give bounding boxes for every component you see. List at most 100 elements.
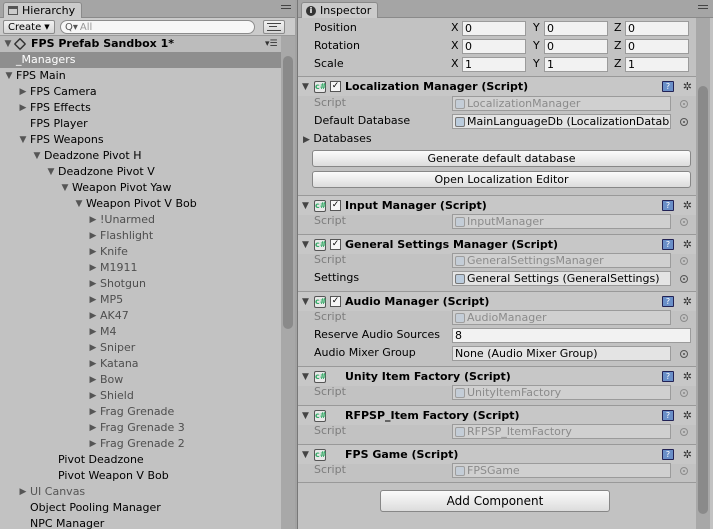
hierarchy-item[interactable]: ▼ Deadzone Pivot V (0, 164, 281, 180)
hierarchy-item[interactable]: FPS Player (0, 116, 281, 132)
panel-menu-icon[interactable] (281, 4, 291, 14)
enabled-checkbox[interactable]: ✓ (330, 81, 341, 92)
scale-y-input[interactable]: 1 (544, 57, 608, 72)
rotation-y-input[interactable]: 0 (544, 39, 608, 54)
hierarchy-item[interactable]: ▶ Frag Grenade 3 (0, 420, 281, 436)
foldout-arrow-icon[interactable]: ▼ (302, 408, 309, 424)
object-picker-icon[interactable] (680, 275, 688, 283)
hierarchy-item[interactable]: ▶ Shotgun (0, 276, 281, 292)
hierarchy-item[interactable]: ▶ MP5 (0, 292, 281, 308)
expanded-arrow-icon[interactable]: ▼ (60, 180, 70, 196)
hierarchy-item[interactable]: ▼ FPS Weapons (0, 132, 281, 148)
open-localization-editor-button[interactable]: Open Localization Editor (312, 171, 691, 188)
collapsed-arrow-icon[interactable]: ▶ (88, 420, 98, 436)
scale-x-input[interactable]: 1 (462, 57, 526, 72)
hierarchy-item[interactable]: _Managers (0, 52, 281, 68)
hierarchy-item[interactable]: ▼ Deadzone Pivot H (0, 148, 281, 164)
expanded-arrow-icon[interactable]: ▼ (32, 148, 42, 164)
foldout-arrow-icon[interactable]: ▼ (302, 447, 309, 463)
sort-button[interactable] (263, 20, 285, 34)
help-icon[interactable]: ? (662, 200, 674, 211)
expanded-arrow-icon[interactable]: ▼ (18, 132, 28, 148)
enabled-checkbox[interactable]: ✓ (330, 296, 341, 307)
search-icon[interactable]: Q▾ (65, 22, 78, 33)
object-picker-icon[interactable] (680, 118, 688, 126)
hierarchy-item[interactable]: Object Pooling Manager (0, 500, 281, 516)
collapsed-arrow-icon[interactable]: ▶ (88, 340, 98, 356)
hierarchy-scrollbar[interactable] (281, 36, 295, 529)
localization-manager-header[interactable]: ▼ c# ✓ Localization Manager (Script) ? ✲ (298, 76, 696, 96)
hierarchy-item[interactable]: Pivot Deadzone (0, 452, 281, 468)
gear-icon[interactable]: ✲ (683, 369, 692, 385)
gear-icon[interactable]: ✲ (683, 447, 692, 463)
help-icon[interactable]: ? (662, 371, 674, 382)
collapsed-arrow-icon[interactable]: ▶ (18, 84, 28, 100)
gear-icon[interactable]: ✲ (683, 408, 692, 424)
gear-icon[interactable]: ✲ (683, 79, 692, 95)
help-icon[interactable]: ? (662, 449, 674, 460)
foldout-arrow-icon[interactable]: ▼ (302, 198, 309, 214)
rfpsp-item-factory-header[interactable]: ▼ c# RFPSP_Item Factory (Script) ? ✲ (298, 405, 696, 425)
collapsed-arrow-icon[interactable]: ▶ (88, 292, 98, 308)
scene-menu-icon[interactable]: ▾☰ (265, 39, 278, 49)
hierarchy-item[interactable]: ▶ FPS Effects (0, 100, 281, 116)
hierarchy-item[interactable]: ▶ Shield (0, 388, 281, 404)
expanded-arrow-icon[interactable]: ▼ (46, 164, 56, 180)
collapsed-arrow-icon[interactable]: ▶ (88, 388, 98, 404)
default-database-field[interactable]: MainLanguageDb (LocalizationDatab (452, 114, 671, 129)
reserve-audio-sources-input[interactable]: 8 (452, 328, 691, 343)
enabled-checkbox[interactable]: ✓ (330, 200, 341, 211)
hierarchy-item[interactable]: ▶ M1911 (0, 260, 281, 276)
scene-foldout-arrow-icon[interactable]: ▼ (3, 36, 13, 52)
collapsed-arrow-icon[interactable]: ▶ (88, 228, 98, 244)
collapsed-arrow-icon[interactable]: ▶ (88, 356, 98, 372)
hierarchy-item[interactable]: ▶ M4 (0, 324, 281, 340)
foldout-arrow-icon[interactable]: ▶ (303, 135, 310, 145)
inspector-menu-icon[interactable] (698, 4, 708, 14)
help-icon[interactable]: ? (662, 81, 674, 92)
scene-row[interactable]: ▼ FPS Prefab Sandbox 1* ▾☰ (0, 36, 281, 52)
hierarchy-scroll-thumb[interactable] (283, 56, 293, 329)
collapsed-arrow-icon[interactable]: ▶ (18, 100, 28, 116)
hierarchy-item[interactable]: ▶ !Unarmed (0, 212, 281, 228)
hierarchy-item[interactable]: ▶ Frag Grenade 2 (0, 436, 281, 452)
foldout-arrow-icon[interactable]: ▼ (302, 79, 309, 95)
collapsed-arrow-icon[interactable]: ▶ (18, 484, 28, 500)
rotation-z-input[interactable]: 0 (625, 39, 689, 54)
hierarchy-item[interactable]: NPC Manager (0, 516, 281, 529)
hierarchy-item[interactable]: ▼ FPS Main (0, 68, 281, 84)
position-y-input[interactable]: 0 (544, 21, 608, 36)
hierarchy-item[interactable]: ▶ Frag Grenade (0, 404, 281, 420)
collapsed-arrow-icon[interactable]: ▶ (88, 372, 98, 388)
audio-mixer-group-field[interactable]: None (Audio Mixer Group) (452, 346, 671, 361)
collapsed-arrow-icon[interactable]: ▶ (88, 436, 98, 452)
foldout-arrow-icon[interactable]: ▼ (302, 369, 309, 385)
hierarchy-item[interactable]: ▶ UI Canvas (0, 484, 281, 500)
expanded-arrow-icon[interactable]: ▼ (4, 68, 14, 84)
enabled-checkbox[interactable]: ✓ (330, 239, 341, 250)
hierarchy-item[interactable]: ▶ Sniper (0, 340, 281, 356)
hierarchy-item[interactable]: ▼ Weapon Pivot Yaw (0, 180, 281, 196)
gear-icon[interactable]: ✲ (683, 198, 692, 214)
gear-icon[interactable]: ✲ (683, 237, 692, 253)
hierarchy-item[interactable]: ▶ Knife (0, 244, 281, 260)
databases-foldout[interactable]: ▶ Databases (303, 131, 372, 147)
add-component-button[interactable]: Add Component (380, 490, 610, 512)
scale-z-input[interactable]: 1 (625, 57, 689, 72)
hierarchy-item[interactable]: ▼ Weapon Pivot V Bob (0, 196, 281, 212)
foldout-arrow-icon[interactable]: ▼ (302, 294, 309, 310)
general-settings-manager-header[interactable]: ▼ c# ✓ General Settings Manager (Script)… (298, 234, 696, 254)
expanded-arrow-icon[interactable]: ▼ (74, 196, 84, 212)
collapsed-arrow-icon[interactable]: ▶ (88, 324, 98, 340)
audio-manager-header[interactable]: ▼ c# ✓ Audio Manager (Script) ? ✲ (298, 291, 696, 311)
inspector-scrollbar[interactable] (696, 18, 710, 529)
hierarchy-item[interactable]: Pivot Weapon V Bob (0, 468, 281, 484)
fps-game-header[interactable]: ▼ c# FPS Game (Script) ? ✲ (298, 444, 696, 464)
collapsed-arrow-icon[interactable]: ▶ (88, 260, 98, 276)
help-icon[interactable]: ? (662, 410, 674, 421)
collapsed-arrow-icon[interactable]: ▶ (88, 308, 98, 324)
unity-item-factory-header[interactable]: ▼ c# Unity Item Factory (Script) ? ✲ (298, 366, 696, 386)
collapsed-arrow-icon[interactable]: ▶ (88, 276, 98, 292)
position-z-input[interactable]: 0 (625, 21, 689, 36)
help-icon[interactable]: ? (662, 239, 674, 250)
